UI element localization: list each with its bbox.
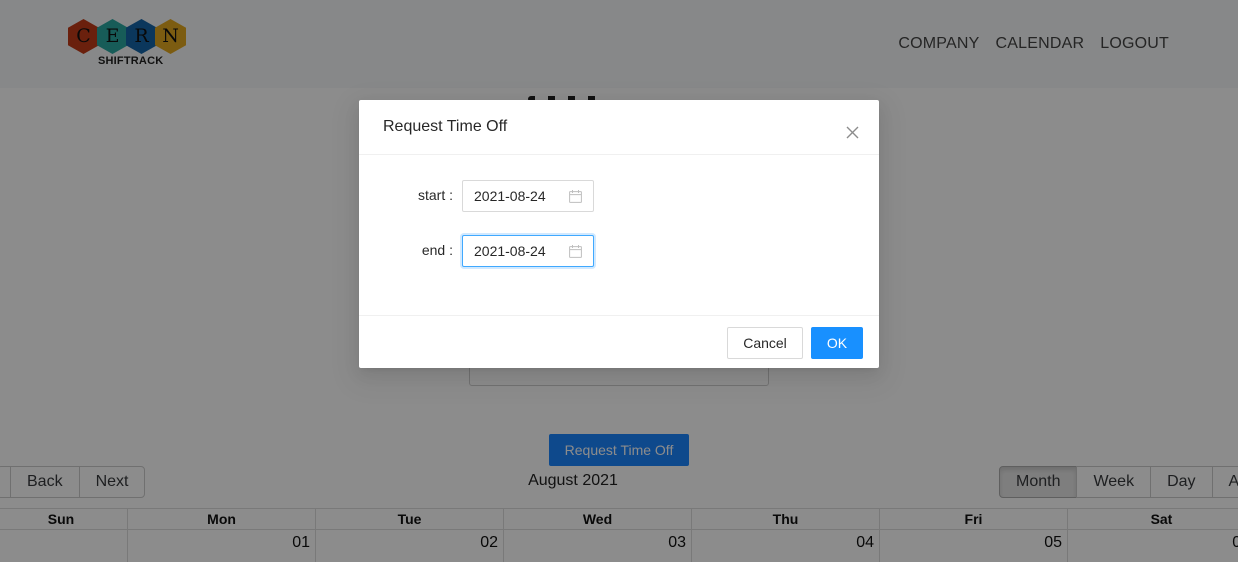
cancel-button[interactable]: Cancel (727, 327, 803, 359)
end-date-picker[interactable] (462, 235, 594, 267)
start-label: start : (417, 187, 453, 203)
close-icon (846, 126, 858, 139)
start-date-picker[interactable] (462, 180, 594, 212)
end-date-row: end : (359, 235, 879, 267)
calendar-icon (569, 190, 582, 203)
dialog-header: Request Time Off (359, 100, 879, 155)
request-time-off-dialog: Request Time Off start : end : Cance (359, 100, 879, 368)
ok-button[interactable]: OK (811, 327, 863, 359)
end-label: end : (421, 242, 453, 258)
start-date-row: start : (359, 180, 879, 212)
calendar-icon (569, 245, 582, 258)
dialog-title: Request Time Off (383, 118, 508, 135)
start-date-input[interactable] (474, 188, 564, 204)
end-date-input[interactable] (474, 243, 564, 259)
dialog-footer: Cancel OK (359, 315, 879, 368)
close-button[interactable] (839, 118, 865, 144)
